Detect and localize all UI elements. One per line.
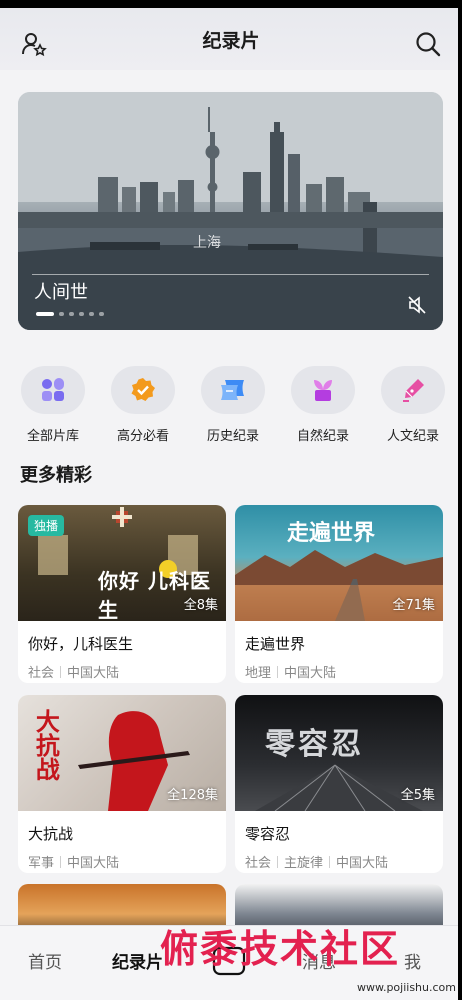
card-title: 你好，儿科医生: [28, 635, 134, 653]
banner-overlay-text: 上海: [193, 235, 221, 251]
screen-edge: [458, 0, 462, 1000]
category-label: 高分必看: [116, 429, 169, 444]
card-thumbnail: 你好 儿科医生 独播 全8集: [18, 505, 226, 622]
category-all[interactable]: 全部片库: [13, 360, 93, 444]
mute-icon[interactable]: [407, 295, 427, 315]
category-history[interactable]: 历史纪录: [193, 360, 273, 444]
tag: 社会: [28, 666, 55, 681]
tag: 中国大陆: [67, 856, 120, 871]
card-tags: 社会 主旋律 中国大陆: [245, 852, 443, 871]
nav-home[interactable]: 首页: [28, 948, 62, 973]
carousel-dot[interactable]: [89, 312, 94, 316]
tag: 中国大陆: [284, 666, 337, 681]
carousel-dot[interactable]: [69, 312, 74, 316]
card-title: 零容忍: [245, 825, 291, 843]
section-title: 更多精彩: [20, 465, 92, 486]
category-humanities[interactable]: 人文纪录: [373, 360, 453, 444]
page-title: 纪录片: [202, 29, 260, 52]
tag-separator: [60, 665, 62, 678]
card-title: 大抗战: [28, 825, 74, 843]
tag: 中国大陆: [67, 666, 120, 681]
card-title: 走遍世界: [245, 635, 306, 653]
nav-documentary[interactable]: 纪录片: [112, 948, 163, 973]
exclusive-badge: 独播: [28, 515, 65, 536]
tag: 中国大陆: [336, 856, 389, 871]
tag: 主旋律: [284, 856, 324, 871]
nav-me[interactable]: 我: [404, 948, 421, 973]
status-bar: [0, 0, 462, 8]
episode-count: 全8集: [183, 598, 218, 613]
episode-count: 全5集: [400, 788, 435, 803]
card-thumbnail: 走遍世界 全71集: [235, 505, 443, 621]
episode-count: 全128集: [167, 788, 218, 803]
carousel-dot[interactable]: [99, 312, 104, 316]
hero-banner[interactable]: 上海 人间世: [18, 92, 443, 330]
tag-separator: [277, 855, 279, 868]
card-thumbnail: 大抗战 全128集: [18, 695, 226, 811]
card-travel-world[interactable]: 走遍世界 全71集 走遍世界 地理 中国大陆: [235, 505, 443, 683]
category-label: 全部片库: [26, 429, 79, 444]
thumbnail-title: 走遍世界: [287, 521, 376, 546]
scroll-icon: [221, 380, 244, 400]
card-zero-tolerance[interactable]: 零容忍 全5集 零容忍 社会 主旋律 中国大陆: [235, 695, 443, 873]
tag-separator: [329, 855, 331, 868]
search-icon[interactable]: [414, 30, 442, 58]
category-label: 历史纪录: [206, 429, 259, 444]
banner-divider: [32, 274, 429, 275]
card-pediatric-doctor[interactable]: 你好 儿科医生 独播 全8集 你好，儿科医生 社会 中国大陆: [18, 505, 226, 683]
badge-check-icon: [131, 378, 155, 401]
user-star-icon[interactable]: [20, 30, 48, 58]
watermark-url: www.pojiishu.com: [356, 981, 456, 994]
carousel-dot[interactable]: [59, 312, 64, 316]
thumbnail-title: 大抗战: [31, 709, 60, 781]
card-tags: 地理 中国大陆: [245, 662, 443, 681]
category-nature[interactable]: 自然纪录: [283, 360, 363, 444]
plant-icon: [314, 380, 332, 401]
card-tags: 军事 中国大陆: [28, 852, 226, 871]
category-row: 全部片库 高分必看 历史纪录 自然纪录 人文纪录: [0, 360, 462, 450]
carousel-dot[interactable]: [79, 312, 84, 316]
category-top-rated[interactable]: 高分必看: [103, 360, 183, 444]
tag: 地理: [245, 666, 272, 681]
carousel-indicator: [36, 312, 104, 316]
banner-title: 人间世: [34, 282, 88, 303]
top-header: 纪录片: [0, 8, 462, 70]
tag-separator: [277, 665, 279, 678]
pen-icon: [403, 379, 424, 402]
card-thumbnail: 零容忍 全5集: [235, 695, 443, 811]
watermark-logo: 俯黍技术社区: [160, 926, 401, 971]
card-war-of-resistance[interactable]: 大抗战 全128集 大抗战 军事 中国大陆: [18, 695, 226, 873]
tag-separator: [60, 855, 62, 868]
card-tags: 社会 中国大陆: [28, 662, 226, 681]
grid-apps-icon: [42, 378, 64, 401]
carousel-dot[interactable]: [36, 312, 54, 316]
thumbnail-title: 零容忍: [265, 727, 364, 762]
episode-count: 全71集: [392, 598, 435, 613]
tag: 社会: [245, 856, 272, 871]
category-label: 人文纪录: [386, 429, 439, 444]
tag: 军事: [28, 856, 55, 871]
category-label: 自然纪录: [296, 429, 349, 444]
